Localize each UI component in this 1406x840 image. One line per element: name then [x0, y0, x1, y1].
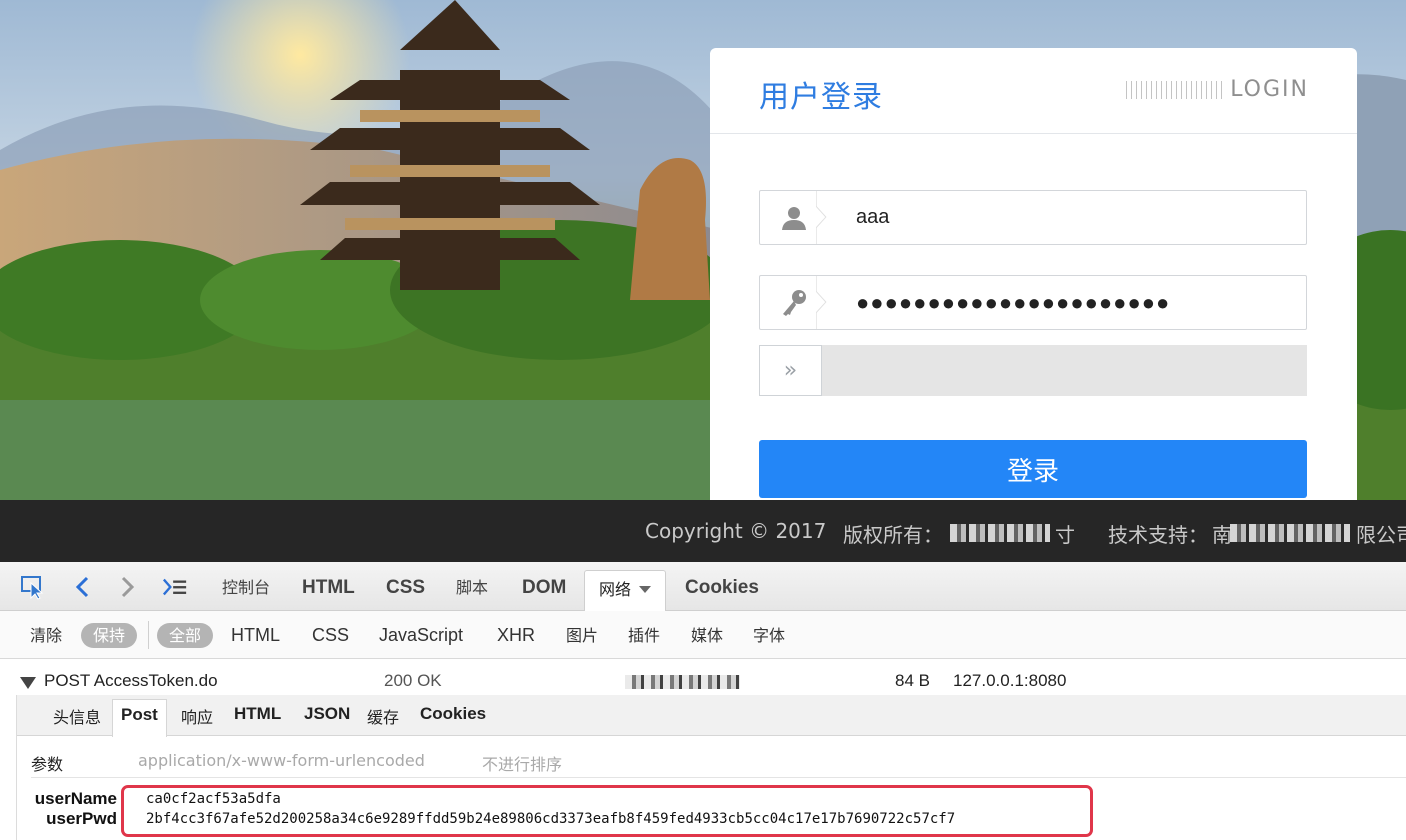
support-trailing: 限公司: [1356, 523, 1406, 547]
support-redacted: [1230, 519, 1350, 543]
detail-tab-cookies[interactable]: Cookies: [420, 704, 486, 724]
detail-tab-headers[interactable]: 头信息: [53, 704, 101, 728]
request-method-url: POST AccessToken.do: [44, 671, 218, 690]
filter-media[interactable]: 媒体: [691, 623, 723, 648]
request-domain-redacted: [625, 671, 740, 691]
support-label: 技术支持：: [1108, 523, 1208, 547]
clear-button[interactable]: 清除: [30, 623, 62, 648]
detail-tab-post[interactable]: Post: [112, 699, 167, 737]
request-row[interactable]: POST AccessToken.do 200 OK 84 B 127.0.0.…: [0, 667, 1406, 695]
detail-tab-json[interactable]: JSON: [304, 704, 350, 724]
tab-net-label: 网络: [599, 580, 632, 599]
double-chevron-icon: »: [783, 358, 798, 383]
param-key: userName: [34, 789, 117, 808]
decorative-bars: [1126, 80, 1227, 99]
tab-net[interactable]: 网络: [584, 570, 667, 612]
support-lead: 南: [1212, 523, 1232, 547]
params-divider: [31, 777, 1406, 778]
filter-all[interactable]: 全部: [157, 623, 214, 648]
persist-button[interactable]: 保持: [81, 623, 138, 648]
owner-redacted: [950, 519, 1050, 543]
inspect-icon[interactable]: [20, 574, 46, 600]
tab-script[interactable]: 脚本: [456, 562, 488, 611]
back-icon[interactable]: [70, 574, 96, 600]
username-field[interactable]: [759, 190, 1307, 245]
login-en-word: LOGIN: [1230, 77, 1309, 102]
detail-tab-cache[interactable]: 缓存: [367, 704, 399, 728]
detail-tab-response[interactable]: 响应: [181, 704, 213, 728]
filter-fonts[interactable]: 字体: [753, 623, 785, 648]
tab-cookies[interactable]: Cookies: [685, 562, 759, 611]
caret-down-icon: [639, 586, 652, 593]
request-detail: 头信息 Post 响应 HTML JSON 缓存 Cookies 参数 appl…: [16, 695, 1406, 840]
tab-console[interactable]: 控制台: [222, 562, 270, 611]
expand-toggle-icon[interactable]: [20, 677, 36, 689]
tab-css[interactable]: CSS: [386, 562, 425, 611]
owner-label: 版权所有：: [843, 523, 943, 547]
params-content-type: application/x-www-form-urlencoded: [138, 751, 425, 770]
login-card: 用户登录 LOGIN aaa ●●●●●●●●●●●●●●●●●●●●●● » …: [710, 48, 1357, 500]
slide-handle[interactable]: »: [759, 345, 822, 396]
devtools-tabbar: 控制台 HTML CSS 脚本 DOM 网络 Cookies: [0, 562, 1406, 612]
username-input[interactable]: [828, 206, 1268, 229]
request-status: 200 OK: [384, 671, 442, 690]
user-icon: [760, 191, 828, 244]
filter-xhr[interactable]: XHR: [497, 623, 535, 648]
owner-trailing: 寸: [1055, 523, 1075, 547]
key-icon: [760, 276, 828, 329]
forward-icon[interactable]: [114, 574, 140, 600]
detail-tab-html[interactable]: HTML: [234, 704, 281, 724]
slide-verify[interactable]: »: [759, 345, 1307, 396]
filter-plugins[interactable]: 插件: [628, 623, 660, 648]
devtools-panel: 控制台 HTML CSS 脚本 DOM 网络 Cookies 清除 保持 全部 …: [0, 562, 1406, 840]
tab-dom[interactable]: DOM: [522, 562, 566, 611]
password-field[interactable]: [759, 275, 1307, 330]
params-label: 参数: [31, 755, 64, 774]
site-footer: Copyright © 2017 版权所有： 寸 技术支持： 南 限公司: [0, 500, 1406, 562]
net-filterbar: 清除 保持 全部 HTML CSS JavaScript XHR 图片 插件 媒…: [0, 611, 1406, 659]
params-no-sort[interactable]: 不进行排序: [482, 751, 562, 775]
filter-javascript[interactable]: JavaScript: [379, 623, 463, 648]
detail-tabs: 头信息 Post 响应 HTML JSON 缓存 Cookies: [17, 695, 1406, 737]
filter-images[interactable]: 图片: [566, 623, 598, 648]
login-button[interactable]: 登录: [759, 440, 1307, 498]
request-size: 84 B: [895, 671, 930, 690]
param-key: userPwd: [46, 809, 117, 828]
login-en-label: LOGIN: [1126, 77, 1309, 102]
command-line-icon[interactable]: [162, 574, 188, 600]
tab-html[interactable]: HTML: [302, 562, 355, 611]
filter-css[interactable]: CSS: [312, 623, 349, 648]
password-input[interactable]: [828, 289, 1268, 316]
login-header: 用户登录 LOGIN: [710, 48, 1357, 134]
copyright-text: Copyright © 2017: [645, 519, 827, 543]
filter-divider: [148, 621, 149, 649]
login-title: 用户登录: [759, 80, 883, 115]
request-remote-ip: 127.0.0.1:8080: [953, 671, 1067, 690]
highlight-annotation: [121, 785, 1093, 837]
filter-html[interactable]: HTML: [231, 623, 280, 648]
